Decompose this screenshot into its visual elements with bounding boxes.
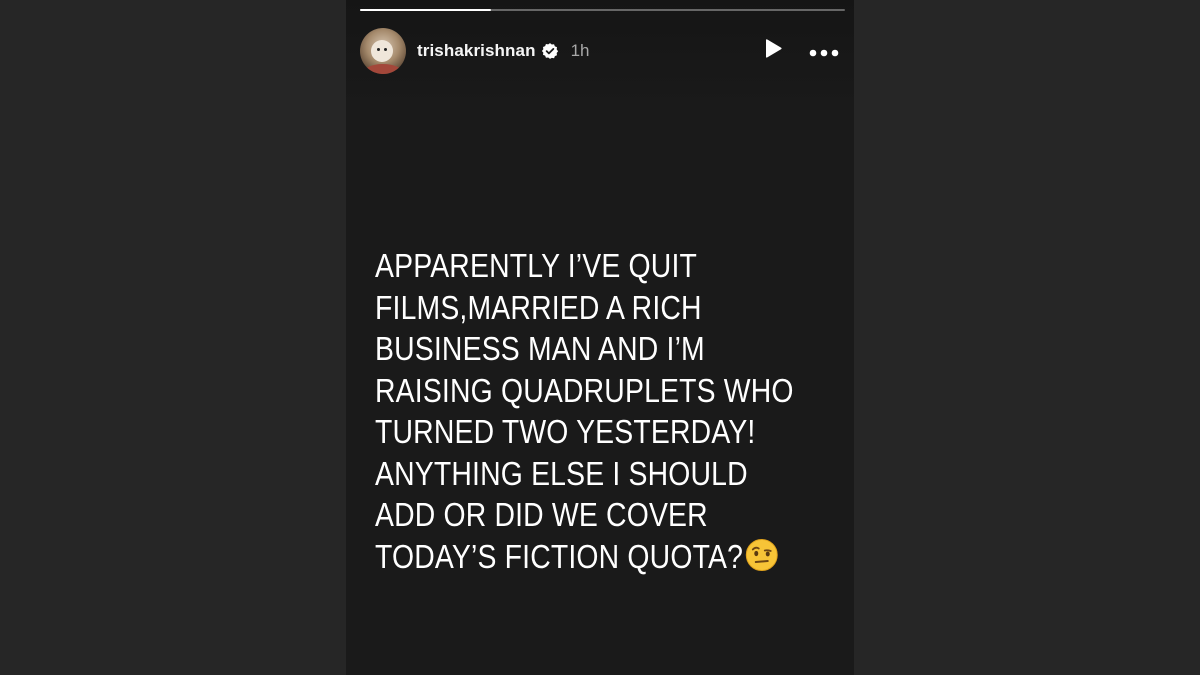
play-button[interactable] (760, 38, 786, 64)
more-options-button[interactable] (808, 38, 840, 64)
story-text-line: ADD OR DID WE COVER (375, 496, 708, 533)
more-options-icon (809, 42, 839, 61)
page-background: trishakrishnan 1h APPARENTLY I’VE QUIT F… (0, 0, 1200, 675)
play-icon (763, 38, 783, 64)
story-text-line: TURNED TWO YESTERDAY! (375, 413, 756, 450)
avatar-dog-face (371, 40, 393, 62)
story-timestamp: 1h (570, 41, 590, 60)
story-viewer[interactable]: trishakrishnan 1h APPARENTLY I’VE QUIT F… (346, 0, 854, 675)
story-text-line: FILMS,MARRIED A RICH (375, 288, 702, 326)
face-with-raised-eyebrow-emoji-icon (745, 538, 779, 572)
story-header: trishakrishnan 1h (360, 27, 840, 75)
story-text-line-last-text: TODAY’S FICTION QUOTA? (375, 537, 744, 575)
story-text-line: ANYTHING ELSE I SHOULD (375, 454, 748, 492)
profile-avatar[interactable] (360, 28, 406, 74)
story-text-line: RAISING QUADRUPLETS WHO (375, 371, 794, 409)
avatar-shirt (364, 64, 402, 74)
story-text-block: APPARENTLY I’VE QUIT FILMS,MARRIED A RIC… (375, 245, 794, 578)
story-text-line: APPARENTLY I’VE QUIT (375, 247, 698, 284)
avatar-eye (384, 48, 387, 51)
story-text-line: BUSINESS MAN AND I’M (375, 330, 705, 367)
story-text-line-last: TODAY’S FICTION QUOTA? (375, 536, 779, 578)
story-progress-bar (360, 9, 845, 11)
username-link[interactable]: trishakrishnan (417, 41, 536, 61)
verified-badge-icon (541, 42, 559, 60)
story-progress-fill (360, 9, 491, 11)
avatar-eye (377, 48, 380, 51)
